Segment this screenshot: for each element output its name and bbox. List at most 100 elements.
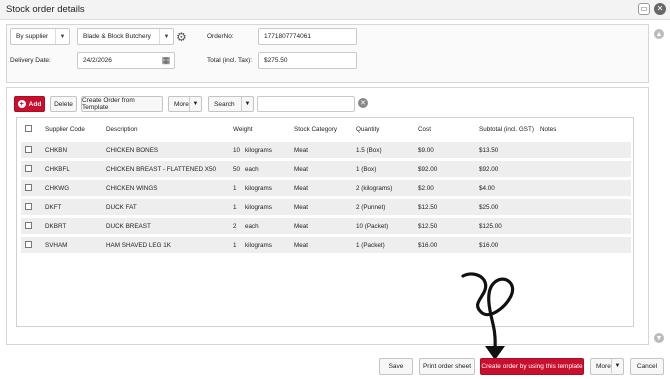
more-footer-button[interactable]: More ▼: [590, 358, 624, 375]
table-row[interactable]: CHKBFL CHICKEN BREAST - FLATTENED X50 50…: [21, 161, 631, 177]
search-input[interactable]: [257, 96, 355, 112]
delete-button[interactable]: Delete: [50, 96, 77, 112]
cell-description: DUCK FAT: [106, 204, 137, 211]
cell-supplier-code: CHKWG: [45, 185, 70, 192]
gear-icon[interactable]: ⚙: [176, 30, 187, 44]
col-stock-category[interactable]: Stock Category: [294, 126, 337, 133]
cell-description: DUCK BREAST: [106, 223, 151, 230]
window-title: Stock order details: [6, 4, 85, 15]
table-row[interactable]: CHKWG CHICKEN WINGS 1 kilograms Meat 2 (…: [21, 180, 631, 196]
col-subtotal[interactable]: Subtotal (incl. GST): [479, 126, 534, 133]
cell-subtotal: $13.50: [479, 147, 499, 154]
cell-description: CHICKEN BONES: [106, 147, 159, 154]
save-button-label: Save: [388, 363, 404, 370]
table-row[interactable]: CHKBN CHICKEN BONES 10 kilograms Meat 1.…: [21, 142, 631, 158]
order-no-field[interactable]: 1771807774061: [258, 28, 357, 45]
col-cost[interactable]: Cost: [418, 126, 431, 133]
create-order-from-template-label: Create order by using this template: [481, 363, 583, 370]
cell-stock-category: Meat: [294, 223, 308, 230]
print-order-sheet-button[interactable]: Print order sheet: [419, 358, 475, 375]
delivery-date-field[interactable]: 24/2/2026 ▦: [77, 52, 175, 69]
order-no-label: OrderNo:: [207, 33, 234, 40]
calendar-icon[interactable]: ▦: [160, 55, 172, 66]
order-no-value: 1771807774061: [264, 33, 311, 40]
cell-quantity: 1 (Packet): [356, 242, 385, 249]
cell-weight-unit: kilograms: [245, 204, 272, 211]
row-checkbox[interactable]: [25, 241, 32, 248]
search-mode-button[interactable]: Search ▼: [208, 96, 254, 112]
more-toolbar-button[interactable]: More ▼: [168, 96, 202, 112]
save-button[interactable]: Save: [379, 358, 413, 375]
cell-description: HAM SHAVED LEG 1K: [106, 242, 171, 249]
supplier-select[interactable]: Blade & Block Butchery ▼: [77, 28, 174, 45]
col-quantity[interactable]: Quantity: [356, 126, 379, 133]
table-row[interactable]: DKBRT DUCK BREAST 2 each Meat 10 (Packet…: [21, 218, 631, 234]
scroll-up-icon[interactable]: ▲: [654, 29, 664, 39]
cell-cost: $12.50: [418, 204, 438, 211]
chevron-down-icon: ▼: [611, 359, 623, 373]
row-checkbox[interactable]: [25, 165, 32, 172]
row-checkbox[interactable]: [25, 146, 32, 153]
cell-cost: $16.00: [418, 242, 438, 249]
delete-button-label: Delete: [54, 100, 73, 108]
order-lines-table: Supplier Code Description Weight Stock C…: [16, 117, 634, 327]
cell-quantity: 1 (Box): [356, 166, 377, 173]
cell-cost: $9.00: [418, 147, 434, 154]
col-notes[interactable]: Notes: [540, 126, 556, 133]
chevron-down-icon: ▼: [159, 29, 173, 44]
title-bar: Stock order details ▭ ✕: [0, 0, 670, 20]
cell-weight-unit: kilograms: [245, 242, 272, 249]
search-mode-label: Search: [214, 100, 235, 108]
total-value: $275.50: [264, 57, 288, 64]
cell-quantity: 1.5 (Box): [356, 147, 382, 154]
total-label: Total (incl. Tax):: [207, 57, 253, 64]
add-button-label: Add: [28, 100, 42, 108]
restore-icon[interactable]: ▭: [638, 3, 650, 15]
col-weight[interactable]: Weight: [233, 126, 252, 133]
chevron-down-icon: ▼: [55, 29, 69, 44]
table-row[interactable]: SVHAM HAM SHAVED LEG 1K 1 kilograms Meat…: [21, 237, 631, 253]
cell-weight-amount: 1: [233, 242, 237, 249]
scroll-down-icon[interactable]: ▼: [654, 333, 664, 343]
cell-cost: $2.00: [418, 185, 434, 192]
cell-stock-category: Meat: [294, 185, 308, 192]
cell-supplier-code: DKFT: [45, 204, 62, 211]
more-toolbar-label: More: [174, 100, 189, 108]
cell-stock-category: Meat: [294, 204, 308, 211]
cell-subtotal: $16.00: [479, 242, 499, 249]
cell-stock-category: Meat: [294, 147, 308, 154]
row-checkbox[interactable]: [25, 203, 32, 210]
row-checkbox[interactable]: [25, 184, 32, 191]
print-order-sheet-label: Print order sheet: [422, 363, 472, 370]
annotation-arrow-icon: [461, 272, 515, 360]
row-checkbox[interactable]: [25, 222, 32, 229]
cancel-button[interactable]: Cancel: [630, 358, 664, 375]
cell-weight-amount: 50: [233, 166, 241, 173]
cell-description: CHICKEN BREAST - FLATTENED X50: [106, 166, 216, 173]
cell-weight-unit: kilograms: [245, 185, 272, 192]
cell-cost: $12.50: [418, 223, 438, 230]
cell-subtotal: $4.00: [479, 185, 495, 192]
cell-weight-amount: 1: [233, 204, 237, 211]
col-description[interactable]: Description: [106, 126, 138, 133]
cell-cost: $92.00: [418, 166, 438, 173]
cell-weight-amount: 2: [233, 223, 237, 230]
cell-weight-unit: kilograms: [245, 147, 272, 154]
create-from-template-button[interactable]: Create Order from Template: [81, 96, 163, 112]
close-icon[interactable]: ✕: [654, 3, 666, 15]
table-row[interactable]: DKFT DUCK FAT 1 kilograms Meat 2 (Punnet…: [21, 199, 631, 215]
filter-mode-select[interactable]: By supplier ▼: [10, 28, 70, 45]
clear-search-icon[interactable]: ✕: [358, 98, 368, 108]
cell-supplier-code: DKBRT: [45, 223, 67, 230]
plus-icon: +: [17, 100, 26, 108]
select-all-checkbox[interactable]: [25, 125, 32, 132]
create-order-from-template-button[interactable]: Create order by using this template: [480, 358, 584, 375]
delivery-date-value: 24/2/2026: [83, 57, 112, 64]
add-button[interactable]: + Add: [14, 96, 45, 112]
cell-supplier-code: CHKBN: [45, 147, 68, 154]
col-supplier-code[interactable]: Supplier Code: [45, 126, 85, 133]
cell-weight-amount: 1: [233, 185, 237, 192]
cell-quantity: 10 (Packet): [356, 223, 389, 230]
filter-mode-value: By supplier: [16, 33, 49, 40]
total-field: $275.50: [258, 52, 357, 69]
